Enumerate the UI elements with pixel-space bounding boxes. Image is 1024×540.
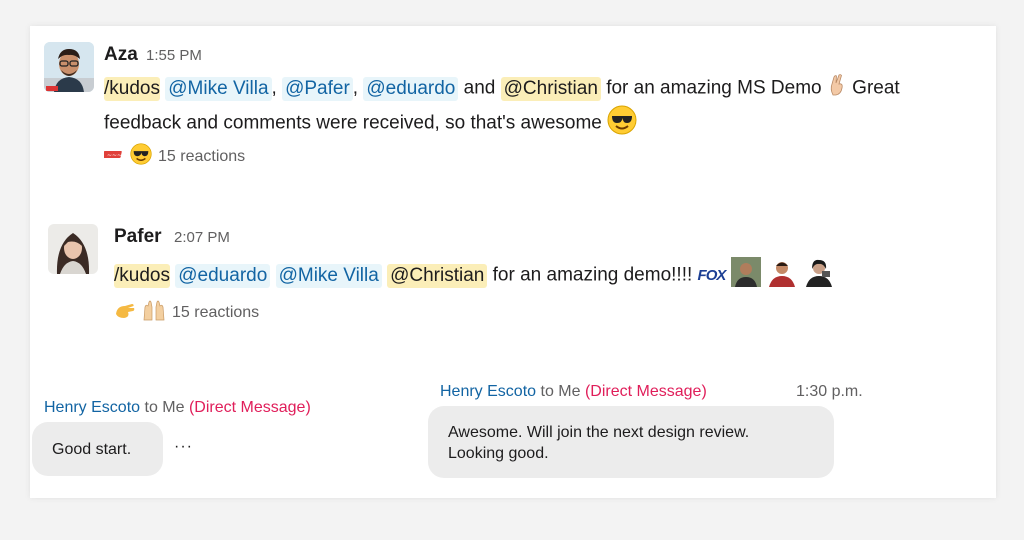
reactions-bar[interactable]: 15 reactions xyxy=(114,299,259,326)
chat-panel: Aza 1:55 PM /kudos @Mike Villa, @Pafer, … xyxy=(30,26,996,498)
mention[interactable]: @Mike Villa xyxy=(275,263,382,288)
mention-highlighted[interactable]: @Christian xyxy=(500,76,601,101)
dm-header: Henry Escoto to Me (Direct Message) xyxy=(440,383,707,401)
dm-label: (Direct Message) xyxy=(584,383,707,400)
avatar-pafer-icon xyxy=(48,224,98,274)
kudos-command: /kudos xyxy=(114,263,170,288)
message-bubble[interactable]: Good start. xyxy=(32,422,163,476)
mention[interactable]: @Pafer xyxy=(282,76,353,101)
recipient-label: to Me xyxy=(144,399,185,416)
reactions-bar[interactable]: ~~~ 15 reactions xyxy=(102,143,245,170)
author-name[interactable]: Aza xyxy=(104,44,138,66)
dm-header: Henry Escoto to Me (Direct Message) xyxy=(44,399,311,417)
person-emoji-icon xyxy=(766,257,798,294)
separator: , xyxy=(352,77,359,99)
mention[interactable]: @eduardo xyxy=(363,76,459,101)
svg-text:~~~: ~~~ xyxy=(107,152,122,159)
timestamp[interactable]: 2:07 PM xyxy=(174,229,230,246)
message-text-line: /kudos @Mike Villa, @Pafer, @eduardo and… xyxy=(104,73,900,104)
mention-highlighted[interactable]: @Christian xyxy=(387,263,488,288)
timestamp[interactable]: 1:55 PM xyxy=(146,47,202,64)
reactions-count[interactable]: 15 reactions xyxy=(172,304,259,322)
sunglasses-emoji-icon[interactable] xyxy=(130,143,152,170)
more-options-icon[interactable]: ··· xyxy=(174,438,193,456)
sender-name[interactable]: Henry Escoto xyxy=(440,383,536,400)
dm-label: (Direct Message) xyxy=(188,399,311,416)
bubble-text: Awesome. Will join the next design revie… xyxy=(448,424,750,441)
sunglasses-emoji-icon xyxy=(607,105,637,142)
kudos-command: /kudos xyxy=(104,76,160,101)
recipient-label: to Me xyxy=(540,383,581,400)
person-emoji-icon xyxy=(730,257,761,294)
mention[interactable]: @eduardo xyxy=(175,263,271,288)
separator: , xyxy=(271,77,277,99)
avatar-aza-icon xyxy=(44,42,94,92)
message-bubble[interactable]: Awesome. Will join the next design revie… xyxy=(428,406,834,478)
reactions-count[interactable]: 15 reactions xyxy=(158,148,245,166)
raised-hands-icon[interactable] xyxy=(142,299,166,326)
message-text: Great xyxy=(852,77,900,99)
timestamp: 1:30 p.m. xyxy=(796,383,863,400)
bubble-text: Looking good. xyxy=(448,445,549,462)
sender-name[interactable]: Henry Escoto xyxy=(44,399,140,416)
fox-logo-icon: FOX xyxy=(697,266,727,284)
avatar[interactable] xyxy=(44,42,94,92)
crossed-fingers-icon xyxy=(827,73,847,104)
bubble-text: Good start. xyxy=(52,441,132,458)
message-text-line: feedback and comments were received, so … xyxy=(104,105,637,142)
person-emoji-icon xyxy=(803,257,835,294)
and-word: and xyxy=(463,77,496,99)
message-text: feedback and comments were received, so … xyxy=(104,112,602,134)
message-text: for an amazing MS Demo xyxy=(606,77,822,99)
author-name[interactable]: Pafer xyxy=(114,226,162,248)
bounce-emoji-icon[interactable]: ~~~ xyxy=(102,146,124,167)
message-text: for an amazing demo!!!! xyxy=(492,264,693,286)
message-text-line: /kudos @eduardo @Mike Villa @Christian f… xyxy=(114,257,835,294)
mention[interactable]: @Mike Villa xyxy=(165,76,272,101)
avatar[interactable] xyxy=(48,224,98,274)
clapping-hand-icon[interactable] xyxy=(114,300,136,325)
